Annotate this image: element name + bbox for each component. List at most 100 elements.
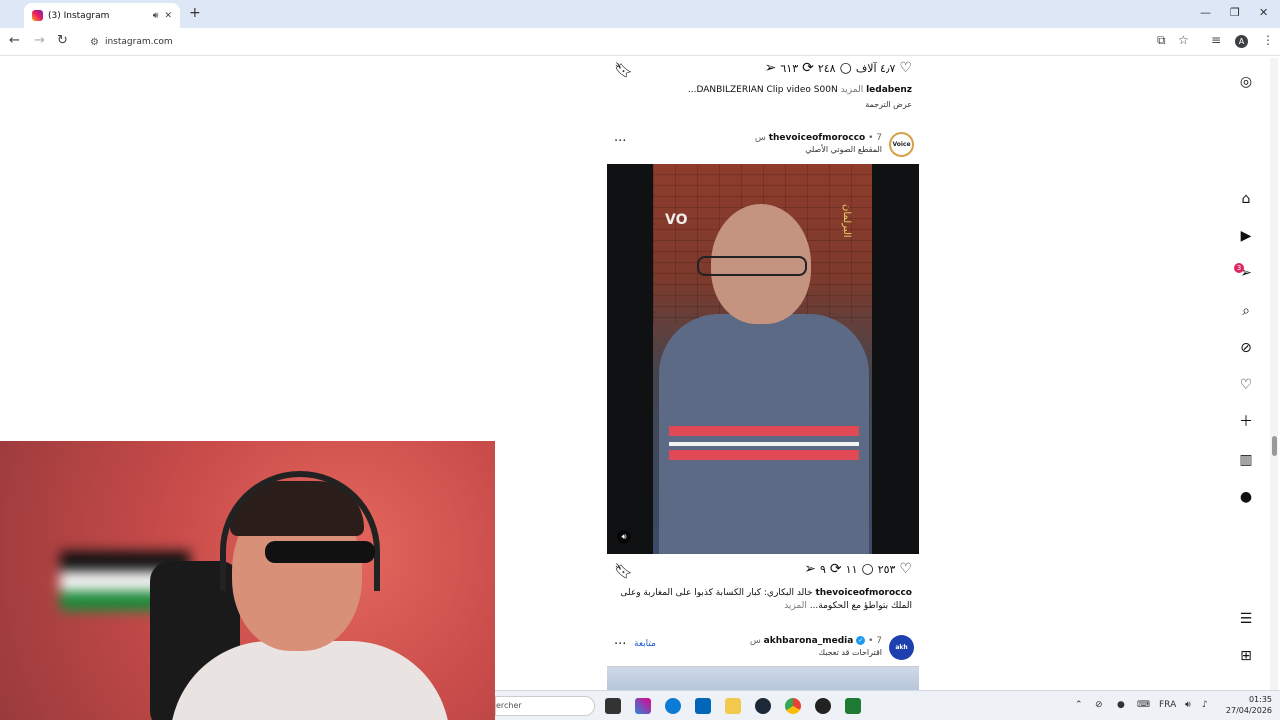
post2-more[interactable]: المزيد [784, 601, 807, 611]
tray-chevron-icon[interactable]: ⌃ [1075, 700, 1083, 710]
post2-username[interactable]: thevoiceofmorocco [769, 133, 866, 143]
post2-avatar-text: Voice [892, 141, 911, 148]
post1-reposts: ٦١٣ [780, 61, 799, 75]
reels-icon[interactable]: ▶ [1238, 228, 1254, 244]
dashboard-icon[interactable]: ▥ [1238, 452, 1254, 468]
post2-likes: ٢٥٣ [877, 562, 896, 576]
store-icon[interactable] [695, 698, 711, 714]
new-tab-button[interactable]: + [189, 5, 201, 21]
webcam-overlay [0, 441, 495, 720]
obs-icon[interactable] [815, 698, 831, 714]
address-bar-row: ← → ↻ ⚙︎ instagram.com ⧉ ☆ ≡ A ⋮ [0, 28, 1280, 56]
tray-mic-icon[interactable]: ● [1117, 700, 1125, 710]
search-icon[interactable]: ⌕ [1238, 303, 1254, 319]
extensions-icon[interactable]: ≡ [1211, 33, 1221, 47]
explore-icon[interactable]: ⊘ [1238, 340, 1254, 356]
app-icon[interactable] [845, 698, 861, 714]
url-text: instagram.com [104, 37, 173, 47]
post2-caption: thevoiceofmorocco خالد البكاري: كبار الك… [608, 587, 912, 613]
tray-network-off-icon[interactable]: ⊘ [1095, 700, 1103, 710]
address-bar[interactable]: ⚙︎ instagram.com [80, 31, 1200, 53]
bookmark-star-icon[interactable]: ☆ [1178, 33, 1189, 47]
post1-comments: ٢٤٨ [817, 61, 836, 75]
scrollbar-thumb[interactable] [1272, 436, 1277, 456]
share-icon[interactable]: ➢ [804, 561, 816, 577]
see-translation-link[interactable]: عرض الترجمة [865, 100, 912, 109]
post3-avatar[interactable]: akh [889, 635, 914, 660]
post2-reposts: ٩ [820, 562, 826, 576]
profile-avatar-icon[interactable]: ● [1238, 489, 1254, 505]
repost-icon[interactable]: ⟳ [802, 60, 814, 76]
steam-icon[interactable] [755, 698, 771, 714]
mute-icon[interactable]: 🔊︎ [617, 530, 631, 544]
taskbar-clock[interactable]: 01:35 27/04/2026 [1220, 694, 1272, 716]
close-window-icon[interactable]: ✕ [1259, 6, 1268, 19]
post2-caption-text: خالد البكاري: كبار الكسابة كذبوا على الم… [620, 588, 813, 598]
post3-media[interactable] [607, 666, 919, 690]
also-from-meta-icon[interactable]: ⊞ [1238, 648, 1254, 664]
speaker-glasses [697, 256, 807, 276]
install-app-icon[interactable]: ⧉ [1157, 33, 1166, 48]
save-icon[interactable]: 🔖︎ [614, 562, 633, 580]
clock-time: 01:35 [1248, 695, 1272, 704]
profile-avatar[interactable]: A [1235, 35, 1248, 48]
tray-volume-icon[interactable]: 🔊︎ [1185, 700, 1191, 710]
more-options-icon[interactable]: ··· [614, 637, 626, 652]
post2-video[interactable]: VO البرلمان 🔊︎ [607, 164, 919, 554]
restore-icon[interactable]: ❐ [1230, 6, 1240, 19]
windows-taskbar: ercher ⌃ ⊘ ● ⌨ FRA 🔊︎ ♪ 01:35 27/04/2026 [495, 690, 1280, 720]
tray-keyboard-icon[interactable]: ⌨ [1137, 700, 1150, 710]
like-icon[interactable]: ♡ [899, 561, 912, 577]
file-explorer-icon[interactable] [725, 698, 741, 714]
post1-username[interactable]: ledabenz [866, 85, 912, 95]
create-icon[interactable]: ＋ [1238, 414, 1254, 430]
browser-menu-icon[interactable]: ⋮ [1262, 33, 1274, 47]
verified-icon: ✓ [856, 636, 866, 645]
comment-icon[interactable]: ○ [840, 60, 852, 76]
post2-actions: 🔖︎ ♡ ٢٥٣ ○ ١١ ⟳ ٩ ➢ [600, 561, 920, 581]
share-icon[interactable]: ➢ [765, 60, 777, 76]
clock-date: 27/04/2026 [1225, 706, 1272, 715]
like-icon[interactable]: ♡ [899, 60, 912, 76]
minimize-icon[interactable]: — [1200, 6, 1211, 19]
back-icon[interactable]: ← [9, 33, 20, 48]
scrollbar-track[interactable] [1270, 58, 1278, 690]
post1-actions: 🔖︎ ♡ ٤٫٧ آلاف ○ ٢٤٨ ⟳ ٦١٣ ➢ [600, 60, 920, 80]
task-view-icon[interactable] [605, 698, 621, 714]
post3-username[interactable]: akhbarona_media [764, 636, 854, 646]
shirt-stripe-white [669, 442, 859, 446]
notifications-heart-icon[interactable]: ♡ [1238, 377, 1254, 393]
messages-badge: 3 [1234, 263, 1244, 273]
post1-likes: ٤٫٧ آلاف [855, 61, 896, 75]
site-info-icon[interactable]: ⚙︎ [90, 37, 99, 48]
more-menu-icon[interactable]: ☰ [1238, 611, 1254, 627]
forward-icon[interactable]: → [34, 33, 45, 48]
instagram-favicon-icon [32, 10, 43, 21]
more-options-icon[interactable]: ··· [614, 134, 626, 149]
tab-audio-icon[interactable]: 🔊︎ [153, 11, 159, 21]
tray-speaker-icon[interactable]: ♪ [1202, 700, 1208, 710]
tray-language[interactable]: FRA [1159, 700, 1176, 710]
reload-icon[interactable]: ↻ [57, 33, 68, 48]
post2-audio[interactable]: المقطع الصوتي الأصلي [755, 144, 882, 156]
post3-header: ··· متابعة akhbarona_media ✓ • 7 س اقترا… [600, 633, 920, 663]
video-watermark-right: البرلمان [841, 204, 852, 238]
post1-more[interactable]: المزيد [841, 85, 864, 95]
tab-instagram[interactable]: (3) Instagram 🔊︎ ✕ [24, 3, 180, 28]
copilot-icon[interactable] [635, 698, 651, 714]
repost-icon[interactable]: ⟳ [830, 561, 842, 577]
instagram-logo-icon[interactable]: ◎ [1238, 74, 1254, 90]
post2-avatar[interactable]: Voice [889, 132, 914, 157]
post2-meta: thevoiceofmorocco • 7 س المقطع الصوتي ال… [755, 132, 882, 156]
follow-button[interactable]: متابعة [634, 639, 656, 649]
taskbar-search[interactable]: ercher [495, 696, 595, 716]
comment-icon[interactable]: ○ [861, 561, 873, 577]
edge-icon[interactable] [665, 698, 681, 714]
tab-close-icon[interactable]: ✕ [164, 11, 172, 21]
chrome-icon[interactable] [785, 698, 801, 714]
video-frame: VO البرلمان [653, 164, 872, 554]
save-icon[interactable]: 🔖︎ [614, 61, 633, 79]
post2-caption-username[interactable]: thevoiceofmorocco [815, 588, 912, 598]
post3-suggested: اقتراحات قد تعجبك [818, 648, 882, 657]
home-icon[interactable]: ⌂ [1238, 191, 1254, 207]
